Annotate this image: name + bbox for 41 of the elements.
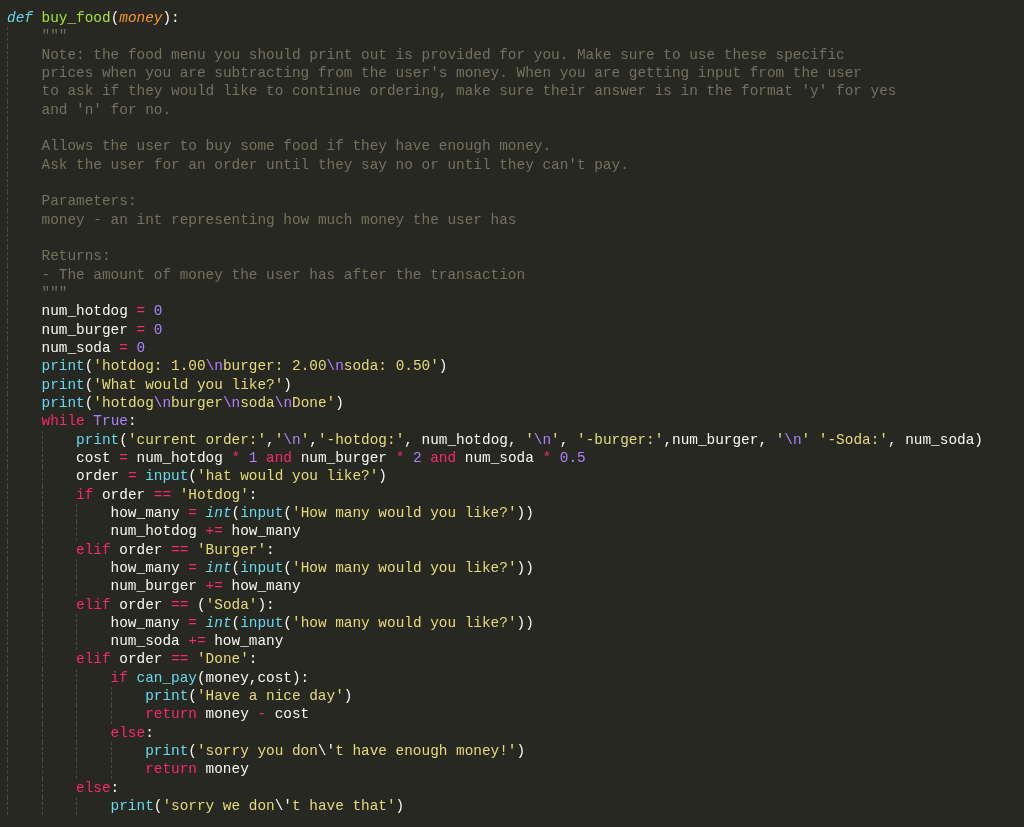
code-line: to ask if they would like to continue ordering, make sure their answer is in the format 'y' for yes [41, 82, 897, 101]
code-line: while True: [41, 412, 137, 431]
code-line: Note: the food menu you should print out is provided for you. Make sure to use these specific [41, 45, 845, 64]
code-line: if order == 'Hotdog': [76, 485, 258, 504]
code-line: print('hotdog\nburger\nsoda\nDone') [41, 393, 344, 413]
code-line: cost = num_hotdog * 1 and num_burger * 2 and num_soda * 0.5 [76, 448, 586, 468]
code-line: Ask the user for an order until they say no or until they can't pay. [41, 155, 629, 174]
code-line: num_burger = 0 [41, 320, 163, 339]
code-line: elif order == ('Soda'): [76, 595, 275, 614]
code-line: num_hotdog += how_many [110, 522, 301, 541]
code-line: print('hotdog: 1.00\nburger: 2.00\nsoda: 0.50') [41, 357, 448, 376]
code-line: print('sorry we don\'t have that') [110, 797, 405, 816]
code-line: print('Have a nice day') [145, 687, 353, 706]
code-line: Returns: [41, 247, 111, 266]
code-line: prices when you are subtracting from the user's money. When you are getting input from the user [41, 64, 862, 83]
code-line: print('current order:','\n','-hotdog:', num_hotdog, '\n', '-burger:',num_burger, '\n' '-Soda:', num_soda) [76, 430, 983, 449]
code-line: """ [41, 27, 68, 46]
code-line: return money - cost [145, 705, 310, 724]
code-line: how_many = int(input('How many would you like?')) [110, 503, 534, 523]
code-line: money - an int representing how much money the user has [41, 210, 517, 229]
code-line: else: [76, 778, 120, 798]
code-line: num_soda += how_many [110, 632, 284, 651]
code-line: else: [110, 723, 154, 743]
code-line: def buy_food(money): [7, 9, 180, 28]
code-line: if can_pay(money,cost): [110, 668, 310, 688]
code-line: elif order == 'Burger': [76, 540, 275, 559]
code-line: - The amount of money the user has after the transaction [41, 265, 526, 284]
code-line: order = input('hat would you like?') [76, 467, 387, 486]
code-line: num_burger += how_many [110, 577, 301, 596]
code-line: print('sorry you don\'t have enough money!') [145, 742, 526, 761]
code-line: how_many = int(input('How many would you like?')) [110, 558, 534, 578]
code-line: Parameters: [41, 192, 137, 211]
code-line: Allows the user to buy some food if they have enough money. [41, 137, 552, 156]
code-line: num_soda = 0 [41, 338, 146, 358]
code-line: """ [41, 283, 68, 303]
code-line: how_many = int(input('how many would you like?')) [110, 613, 534, 633]
code-line: return money [145, 760, 249, 779]
code-line: print('What would you like?') [41, 375, 292, 394]
code-line: num_hotdog = 0 [41, 302, 163, 321]
code-line: and 'n' for no. [41, 100, 172, 119]
code-line: elif order == 'Done': [76, 650, 258, 669]
